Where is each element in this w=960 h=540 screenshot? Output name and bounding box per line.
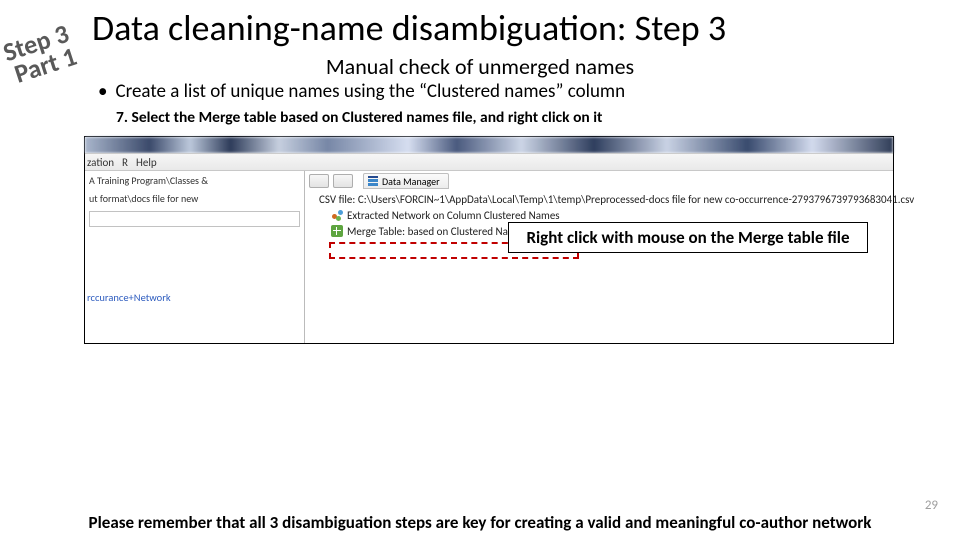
app-menu-bar: zation R Help xyxy=(85,153,893,171)
footer-note: Please remember that all 3 disambiguatio… xyxy=(0,512,960,533)
data-manager-tab[interactable]: Data Manager xyxy=(363,173,449,189)
menu-item-help[interactable]: Help xyxy=(136,156,157,169)
bullet-text: Create a list of unique names using the … xyxy=(115,80,625,103)
window-blur-bar xyxy=(85,137,893,153)
data-manager-label: Data Manager xyxy=(382,175,440,188)
network-icon xyxy=(331,209,343,221)
menu-item-r[interactable]: R xyxy=(122,156,128,169)
callout-box: Right click with mouse on the Merge tabl… xyxy=(508,222,868,253)
right-panel: Data Manager CSV file: C:\Users\FORCIN~1… xyxy=(305,171,893,343)
tree-csv-label: CSV file: C:\Users\FORCIN~1\AppData\Loca… xyxy=(319,193,914,206)
bullet-dot-icon: • xyxy=(98,80,107,103)
left-crumb-line2: ut format\docs file for new xyxy=(85,189,304,207)
left-crumb-line1: A Training Program\Classes & xyxy=(85,171,304,189)
step7-instruction: 7. Select the Merge table based on Clust… xyxy=(116,108,602,127)
page-number: 29 xyxy=(925,498,938,513)
tree-network-label: Extracted Network on Column Clustered Na… xyxy=(347,209,560,222)
data-manager-icon xyxy=(368,176,378,186)
tree-merge-label: Merge Table: based on Clustered Names xyxy=(347,225,527,238)
tree-row-network[interactable]: Extracted Network on Column Clustered Na… xyxy=(311,207,889,223)
step7-prefix: 7. xyxy=(116,108,132,127)
left-panel: A Training Program\Classes & ut format\d… xyxy=(85,171,305,343)
slide-title: Data cleaning-name disambiguation: Step … xyxy=(92,6,726,50)
toolbar-button-2[interactable] xyxy=(333,174,353,188)
left-input-box[interactable] xyxy=(89,211,300,227)
tree-row-csv[interactable]: CSV file: C:\Users\FORCIN~1\AppData\Loca… xyxy=(311,191,889,207)
slide-subtitle: Manual check of unmerged names xyxy=(0,53,960,80)
step7-body: Select the Merge table based on Clustere… xyxy=(132,108,603,127)
toolbar-button-1[interactable] xyxy=(309,174,329,188)
left-link[interactable]: rccurance+Network xyxy=(87,291,171,304)
table-icon xyxy=(331,225,343,237)
menu-item-truncated[interactable]: zation xyxy=(85,156,114,169)
bullet-line: • Create a list of unique names using the… xyxy=(98,80,625,103)
right-toolbar: Data Manager xyxy=(305,171,449,191)
